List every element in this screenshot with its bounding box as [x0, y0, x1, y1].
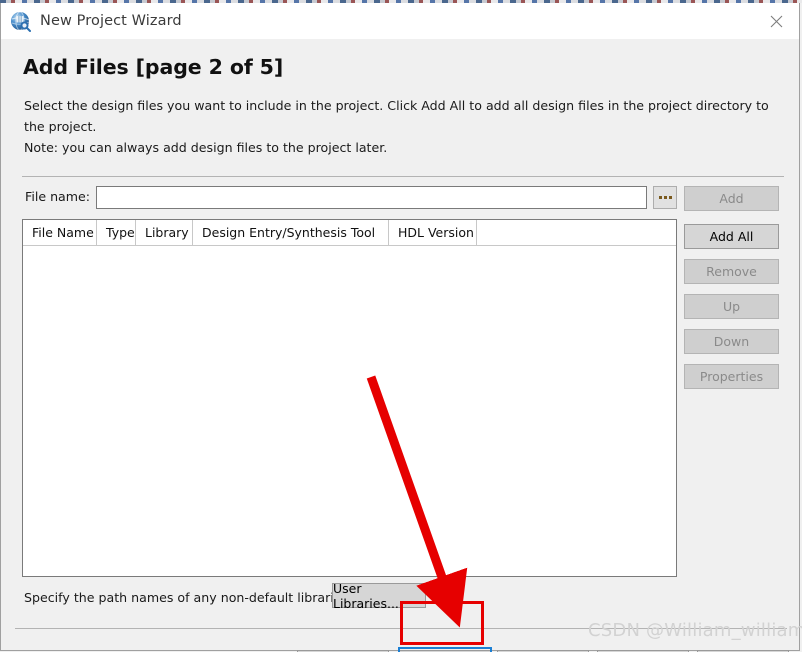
- table-body-empty[interactable]: [23, 246, 676, 576]
- file-name-label: File name:: [25, 189, 91, 204]
- screenshot-root: New Project Wizard Add Files [page 2 of …: [0, 0, 802, 652]
- column-header-design-entry[interactable]: Design Entry/Synthesis Tool: [193, 220, 389, 245]
- window-title: New Project Wizard: [40, 13, 182, 29]
- page-description: Select the design files you want to incl…: [24, 95, 784, 158]
- close-icon[interactable]: [753, 3, 799, 39]
- dot-glyph: [658, 196, 662, 199]
- browse-ellipsis-button[interactable]: [653, 186, 677, 209]
- add-all-button[interactable]: Add All: [684, 224, 779, 249]
- page-title: Add Files [page 2 of 5]: [23, 55, 284, 79]
- quartus-globe-icon: [10, 11, 31, 32]
- window-titlebar: New Project Wizard: [1, 3, 799, 39]
- up-button[interactable]: Up: [684, 294, 779, 319]
- new-project-wizard-window: New Project Wizard Add Files [page 2 of …: [0, 3, 800, 652]
- remove-button[interactable]: Remove: [684, 259, 779, 284]
- column-header-hdl-version[interactable]: HDL Version: [389, 220, 477, 245]
- dot-glyph: [668, 196, 672, 199]
- divider-bottom: [15, 628, 787, 629]
- design-files-table[interactable]: File Name Type Library Design Entry/Synt…: [22, 219, 677, 577]
- column-header-file-name[interactable]: File Name: [23, 220, 97, 245]
- column-header-spacer[interactable]: [477, 220, 676, 245]
- user-libraries-button[interactable]: User Libraries...: [332, 581, 426, 611]
- page-description-line2: Note: you can always add design files to…: [24, 140, 388, 155]
- add-button[interactable]: Add: [684, 186, 779, 211]
- table-header-row: File Name Type Library Design Entry/Synt…: [23, 220, 676, 246]
- properties-button[interactable]: Properties: [684, 364, 779, 389]
- dot-glyph: [663, 196, 667, 199]
- file-name-input[interactable]: [96, 186, 647, 209]
- user-libraries-hint: Specify the path names of any non-defaul…: [24, 590, 353, 605]
- down-button[interactable]: Down: [684, 329, 779, 354]
- column-header-library[interactable]: Library: [136, 220, 193, 245]
- page-description-line1: Select the design files you want to incl…: [24, 98, 769, 134]
- dialog-body: Add Files [page 2 of 5] Select the desig…: [1, 39, 799, 652]
- column-header-type[interactable]: Type: [97, 220, 136, 245]
- divider-top: [22, 176, 784, 177]
